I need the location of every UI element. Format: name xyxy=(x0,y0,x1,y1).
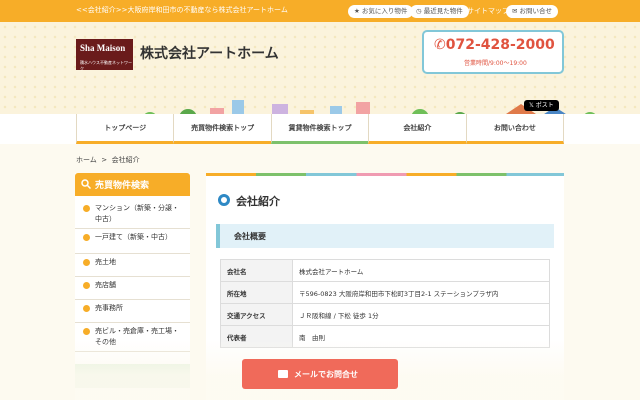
breadcrumb-separator: > xyxy=(101,156,108,164)
site-tagline: <<会社紹介>>大阪府岸和田市の不動産なら株式会社アートホーム xyxy=(76,6,288,14)
top-bar: <<会社紹介>>大阪府岸和田市の不動産なら株式会社アートホーム ★ お気に入り物… xyxy=(0,0,640,22)
sidebar-header: 売買物件検索 xyxy=(75,173,190,196)
phone-number-text: 072-428-2000 xyxy=(445,37,555,53)
mail-icon: ✉ xyxy=(512,7,518,15)
x-post-button[interactable]: 𝕏 ポスト xyxy=(524,100,559,111)
mail-contact-label: メールでお問合せ xyxy=(294,370,358,379)
sidebar-item-label: 一戸建て（新築・中古） xyxy=(95,233,172,241)
section-heading: 会社概要 xyxy=(216,224,554,248)
nav-company[interactable]: 会社紹介 xyxy=(368,114,466,144)
bullet-icon xyxy=(83,205,90,212)
sha-maison-logo[interactable]: Sha Maison 積水ハウス不動産ネットワーク xyxy=(76,39,133,71)
sidebar-item-office[interactable]: 売事務所 xyxy=(75,301,190,323)
bullet-icon xyxy=(83,305,90,312)
sidebar-item-land[interactable]: 売土地 xyxy=(75,255,190,277)
phone-number: ✆072-428-2000 xyxy=(434,37,555,53)
table-key: 会社名 xyxy=(220,259,293,282)
breadcrumb-home[interactable]: ホーム xyxy=(76,156,97,164)
nav-contact[interactable]: お問い合わせ xyxy=(465,114,565,144)
table-row: 所在地 〒596-0823 大阪府岸和田市下松町3丁目2-1 ステーションプラザ内 xyxy=(220,281,550,304)
sidebar-title: 売買物件検索 xyxy=(95,181,150,191)
nav-top-page[interactable]: トップページ xyxy=(76,114,174,144)
mail-icon xyxy=(278,370,288,378)
business-hours: 営業時間/9:00～19:00 xyxy=(464,60,527,67)
breadcrumb-current: 会社紹介 xyxy=(111,156,140,164)
nav-sale-search[interactable]: 売買物件検索トップ xyxy=(173,114,271,144)
section-heading-text: 会社概要 xyxy=(234,232,266,241)
bullet-icon xyxy=(83,328,90,335)
search-icon xyxy=(81,179,91,189)
favorites-label: お気に入り物件 xyxy=(361,7,408,15)
table-row: 会社名 株式会社アートホーム xyxy=(220,259,550,282)
title-ring-icon xyxy=(218,194,230,206)
recent-label: 最近見た物件 xyxy=(423,7,463,15)
sitemap-link[interactable]: サイトマップ xyxy=(467,5,509,18)
rainbow-border xyxy=(206,173,564,176)
company-name[interactable]: 株式会社アートホーム xyxy=(140,43,279,63)
page-title: 会社紹介 xyxy=(236,195,280,208)
sidebar-item-mansion[interactable]: マンション（新築・分譲・中古） xyxy=(75,201,190,229)
contact-button[interactable]: ✉ お問い合せ xyxy=(506,5,559,18)
logo-main: Sha Maison xyxy=(80,43,126,53)
phone-icon: ✆ xyxy=(434,37,446,53)
table-key: 所在地 xyxy=(220,281,293,304)
sidebar-item-label: 売土地 xyxy=(95,258,116,266)
contact-label: お問い合せ xyxy=(519,7,553,15)
bullet-icon xyxy=(83,234,90,241)
bullet-icon xyxy=(83,282,90,289)
logo-sub: 積水ハウス不動産ネットワーク xyxy=(80,60,132,71)
phone-box[interactable]: ✆072-428-2000 営業時間/9:00～19:00 xyxy=(422,30,564,74)
post-label: ポスト xyxy=(535,102,554,109)
sidebar-item-store[interactable]: 売店舗 xyxy=(75,278,190,300)
breadcrumb: ホーム > 会社紹介 xyxy=(76,155,140,165)
sidebar-item-label: 売事務所 xyxy=(95,304,123,312)
table-value: ＪＲ阪和線 / 下松 徒歩 1分 xyxy=(292,303,550,326)
global-nav: トップページ 売買物件検索トップ 賃貸物件検索トップ 会社紹介 お問い合わせ xyxy=(0,114,640,144)
nav-rent-search[interactable]: 賃貸物件検索トップ xyxy=(270,114,369,144)
x-icon: 𝕏 xyxy=(529,102,534,109)
table-row: 交通アクセス ＪＲ阪和線 / 下松 徒歩 1分 xyxy=(220,303,550,326)
table-value: 〒596-0823 大阪府岸和田市下松町3丁目2-1 ステーションプラザ内 xyxy=(292,281,550,304)
company-table: 会社名 株式会社アートホーム 所在地 〒596-0823 大阪府岸和田市下松町3丁目… xyxy=(220,259,550,348)
bullet-icon xyxy=(83,259,90,266)
sidebar-item-label: マンション（新築・分譲・中古） xyxy=(95,204,179,223)
header: Sha Maison 積水ハウス不動産ネットワーク 株式会社アートホーム ✆07… xyxy=(0,22,640,136)
star-icon: ★ xyxy=(354,7,360,15)
table-value: 株式会社アートホーム xyxy=(292,259,550,282)
history-icon: ◷ xyxy=(416,7,422,15)
table-key: 交通アクセス xyxy=(220,303,293,326)
favorites-button[interactable]: ★ お気に入り物件 xyxy=(348,5,414,18)
recent-button[interactable]: ◷ 最近見た物件 xyxy=(410,5,469,18)
sidebar-item-house[interactable]: 一戸建て（新築・中古） xyxy=(75,230,190,254)
mail-contact-button[interactable]: メールでお問合せ xyxy=(242,359,398,389)
sidebar-item-label: 売店舗 xyxy=(95,281,116,289)
